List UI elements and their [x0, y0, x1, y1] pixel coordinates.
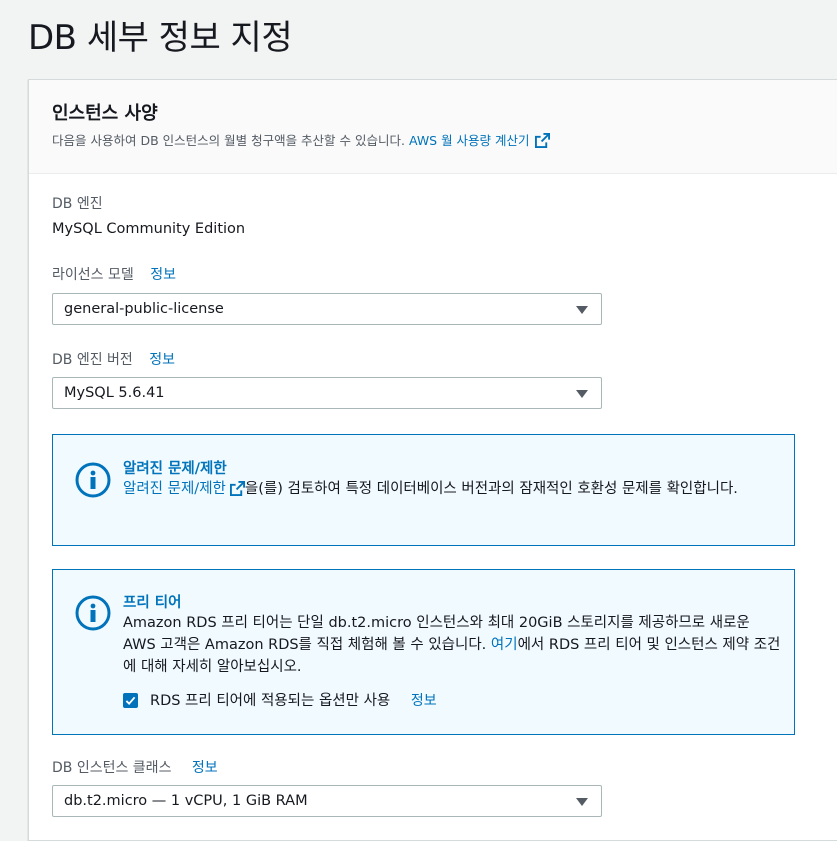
panel-header: 인스턴스 사양 다음을 사용하여 DB 인스턴스의 월별 청구액을 추산할 수 … [29, 80, 837, 174]
panel-description: 다음을 사용하여 DB 인스턴스의 월별 청구액을 추산할 수 있습니다. AW… [52, 130, 550, 151]
instance-class-select[interactable]: db.t2.micro — 1 vCPU, 1 GiB RAM [52, 785, 602, 817]
panel-description-text: 다음을 사용하여 DB 인스턴스의 월별 청구액을 추산할 수 있습니다. [52, 133, 405, 148]
free-tier-checkbox-row: RDS 프리 티어에 적용되는 옵션만 사용 정보 [123, 689, 437, 710]
caret-down-icon [576, 306, 588, 314]
instance-class-select-value: db.t2.micro — 1 vCPU, 1 GiB RAM [64, 793, 308, 809]
license-select[interactable]: general-public-license [52, 293, 602, 325]
free-tier-checkbox-label: RDS 프리 티어에 적용되는 옵션만 사용 [150, 693, 391, 709]
instance-spec-panel: 인스턴스 사양 다음을 사용하여 DB 인스턴스의 월별 청구액을 추산할 수 … [28, 79, 837, 841]
known-issues-body: 알려진 문제/제한 을(를) 검토하여 특정 데이터베이스 버전과의 잠재적인 호… [123, 478, 773, 503]
free-tier-here-link[interactable]: 여기 [491, 637, 518, 653]
engine-label: DB 엔진 [52, 196, 103, 212]
free-tier-body: Amazon RDS 프리 티어는 단일 db.t2.micro 인스턴스와 최… [123, 612, 783, 678]
license-label: 라이선스 모델 [52, 267, 134, 283]
panel-title: 인스턴스 사양 [52, 103, 158, 124]
known-issues-link[interactable]: 알려진 문제/제한 [123, 481, 245, 497]
known-issues-link-label: 알려진 문제/제한 [123, 481, 226, 497]
instance-class-info-link[interactable]: 정보 [192, 760, 218, 776]
check-icon [125, 696, 136, 706]
external-link-icon [229, 481, 245, 503]
free-tier-info-link[interactable]: 정보 [411, 693, 437, 709]
caret-down-icon [576, 798, 588, 806]
instance-class-label: DB 인스턴스 클래스 [52, 760, 172, 776]
engine-version-info-link[interactable]: 정보 [149, 352, 175, 368]
engine-version-select[interactable]: MySQL 5.6.41 [52, 377, 602, 409]
license-select-value: general-public-license [64, 301, 224, 317]
caret-down-icon [576, 390, 588, 398]
info-circle-icon [75, 595, 111, 635]
license-label-row: 라이선스 모델 정보 [52, 264, 176, 284]
known-issues-alert: 알려진 문제/제한 알려진 문제/제한을(를) 검토하여 특정 데이터베이스 버… [52, 434, 795, 546]
engine-version-select-value: MySQL 5.6.41 [64, 385, 165, 401]
external-link-icon [534, 133, 550, 151]
engine-version-label: DB 엔진 버전 [52, 352, 133, 368]
engine-value: MySQL Community Edition [52, 221, 246, 237]
free-tier-checkbox[interactable] [123, 693, 138, 708]
license-info-link[interactable]: 정보 [150, 267, 176, 283]
known-issues-text: 을(를) 검토하여 특정 데이터베이스 버전과의 잠재적인 호환성 문제를 확인… [244, 481, 738, 497]
info-circle-icon [75, 462, 111, 502]
free-tier-alert: 프리 티어 Amazon RDS 프리 티어는 단일 db.t2.micro 인… [52, 569, 795, 735]
calculator-link[interactable]: AWS 월 사용량 계산기 [409, 133, 550, 148]
instance-class-label-row: DB 인스턴스 클래스 정보 [52, 757, 218, 777]
known-issues-title: 알려진 문제/제한 [123, 461, 227, 477]
calculator-link-label: AWS 월 사용량 계산기 [408, 133, 530, 148]
free-tier-title: 프리 티어 [123, 595, 182, 611]
page-title: DB 세부 정보 지정 [28, 18, 293, 58]
engine-version-label-row: DB 엔진 버전 정보 [52, 349, 175, 369]
